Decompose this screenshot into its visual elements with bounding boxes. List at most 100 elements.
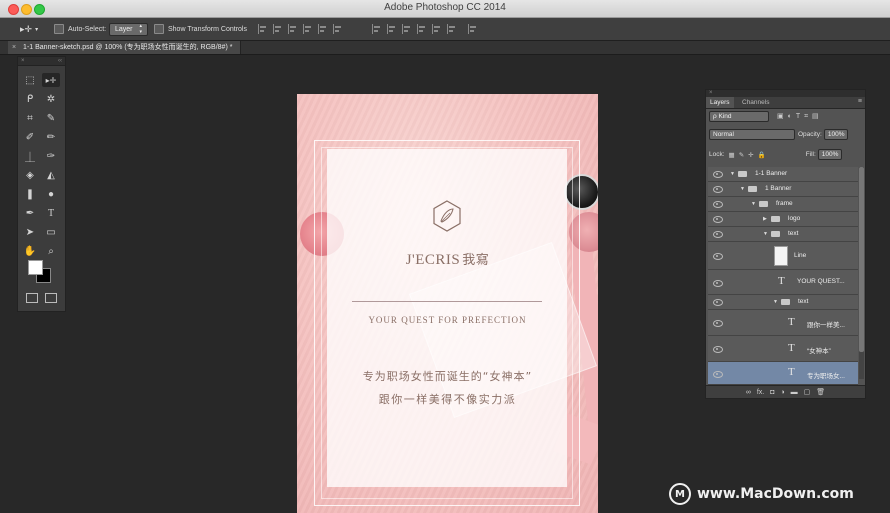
link-layers-icon[interactable]: ∞ (746, 389, 751, 396)
brand-logo-icon (433, 200, 461, 232)
distribute-right-icon[interactable] (447, 24, 458, 34)
disclosure-triangle-icon[interactable]: ▼ (740, 186, 745, 192)
tools-panel-header[interactable]: × ‹‹ (18, 57, 65, 66)
distribute-top-icon[interactable] (372, 24, 383, 34)
panel-menu-icon[interactable]: ≡ (858, 98, 862, 105)
new-group-icon[interactable]: ▬ (791, 389, 798, 396)
visibility-eye-icon[interactable] (713, 280, 723, 287)
auto-select-checkbox[interactable]: Auto-Select: (54, 18, 106, 40)
clone-stamp-tool-icon[interactable]: ⏊ (21, 149, 39, 164)
layer-row[interactable]: ▼ text (708, 227, 858, 242)
type-tool-icon[interactable]: T (42, 206, 60, 220)
add-mask-icon[interactable]: ◘ (770, 389, 774, 396)
headline-cn-line2: 跟你一样美得不像实力派 (378, 393, 517, 406)
auto-select-target-select[interactable]: Layer (109, 18, 148, 40)
layer-row[interactable]: T “女神本” (708, 336, 858, 362)
marquee-tool-icon[interactable]: ⬚ (21, 73, 39, 87)
document-tab[interactable]: × 1-1 Banner-sketch.psd @ 100% (专为职场女性而诞… (8, 41, 242, 54)
tab-layers[interactable]: Layers (706, 97, 734, 108)
visibility-eye-icon[interactable] (713, 216, 723, 223)
layer-row[interactable]: ▶ logo (708, 212, 858, 227)
move-tool-preset-button[interactable]: ▸✛ ▾ (20, 18, 38, 40)
path-selection-tool-icon[interactable]: ➤ (21, 225, 39, 239)
layer-row[interactable]: ▼ 1-1 Banner (708, 167, 858, 182)
close-panel-icon[interactable]: × (709, 90, 713, 96)
layer-row[interactable]: ▼ text (708, 295, 858, 310)
layer-row[interactable]: Line (708, 242, 858, 270)
layer-row[interactable]: T 跟你一样美... (708, 310, 858, 336)
align-bottom-icon[interactable] (288, 24, 299, 34)
blend-mode-select[interactable]: Normal (709, 129, 795, 140)
visibility-eye-icon[interactable] (713, 171, 723, 178)
lasso-tool-icon[interactable]: ᑭ (21, 92, 39, 106)
align-hcenter-icon[interactable] (318, 24, 329, 34)
history-brush-tool-icon[interactable]: ✑ (42, 149, 60, 163)
layers-panel: × Layers Channels ≡ ρ Kind ▣◐T⌗▤ Normal … (705, 89, 866, 399)
layer-row-selected[interactable]: T 专为职场女... (708, 362, 858, 385)
checkbox-box (154, 24, 164, 34)
eyedropper-tool-icon[interactable]: ✎ (42, 111, 60, 125)
blur-tool-icon[interactable]: ❚ (21, 187, 39, 201)
crop-tool-icon[interactable]: ⌗ (21, 111, 39, 125)
layers-panel-header[interactable]: × (706, 90, 865, 97)
brush-tool-icon[interactable]: ✏ (42, 130, 60, 144)
magic-wand-tool-icon[interactable]: ✲ (42, 92, 60, 106)
rectangle-tool-icon[interactable]: ▭ (42, 225, 60, 239)
filter-kind-select[interactable]: ρ Kind (709, 111, 769, 122)
divider-line (352, 301, 542, 302)
visibility-eye-icon[interactable] (713, 231, 723, 238)
align-left-icon[interactable] (303, 24, 314, 34)
paint-bucket-tool-icon[interactable]: ◭ (42, 168, 60, 182)
layers-scrollbar[interactable] (859, 167, 864, 379)
layer-row[interactable]: T YOUR QUEST... (708, 270, 858, 295)
layer-row[interactable]: ▼ frame (708, 197, 858, 212)
folder-icon (771, 216, 780, 222)
visibility-eye-icon[interactable] (713, 346, 723, 353)
distribute-vcenter-icon[interactable] (387, 24, 398, 34)
visibility-eye-icon[interactable] (713, 320, 723, 327)
visibility-eye-icon[interactable] (713, 299, 723, 306)
hand-tool-icon[interactable]: ✋ (21, 244, 39, 258)
visibility-eye-icon[interactable] (713, 371, 723, 378)
foreground-color-swatch[interactable] (28, 260, 43, 275)
disclosure-triangle-icon[interactable]: ▼ (751, 201, 756, 207)
fill-input[interactable]: 100% (817, 149, 843, 160)
disclosure-triangle-icon[interactable]: ▼ (730, 171, 735, 177)
filter-type-icons[interactable]: ▣◐T⌗▤ (777, 112, 823, 121)
tab-channels[interactable]: Channels (738, 97, 773, 108)
canvas-artboard[interactable]: J'ECRIS 我寫 YOUR QUEST FOR PREFECTION 专为职场… (297, 94, 598, 513)
visibility-eye-icon[interactable] (713, 253, 723, 260)
expand-panel-icon[interactable]: ‹‹ (58, 57, 62, 65)
disclosure-triangle-icon[interactable]: ▼ (773, 299, 778, 305)
eraser-tool-icon[interactable]: ◈ (21, 168, 39, 182)
lock-icons[interactable]: ▦✎✛🔒 (729, 151, 770, 159)
distribute-hcenter-icon[interactable] (432, 24, 443, 34)
auto-align-layers-icon[interactable] (468, 24, 479, 34)
layer-row[interactable]: ▼ 1 Banner (708, 182, 858, 197)
pen-tool-icon[interactable]: ✒ (21, 206, 39, 220)
distribute-left-icon[interactable] (417, 24, 428, 34)
visibility-eye-icon[interactable] (713, 186, 723, 193)
adjustment-layer-icon[interactable]: ◑ (780, 389, 784, 396)
healing-brush-tool-icon[interactable]: ✐ (21, 130, 39, 144)
align-vcenter-icon[interactable] (273, 24, 284, 34)
visibility-eye-icon[interactable] (713, 201, 723, 208)
close-document-icon[interactable]: × (12, 44, 16, 51)
disclosure-triangle-icon[interactable]: ▶ (763, 216, 767, 222)
disclosure-triangle-icon[interactable]: ▼ (763, 231, 768, 237)
align-right-icon[interactable] (333, 24, 344, 34)
delete-layer-icon[interactable]: 🗑 (816, 388, 825, 396)
scrollbar-thumb[interactable] (859, 167, 864, 352)
dodge-tool-icon[interactable]: ● (42, 187, 60, 201)
opacity-input[interactable]: 100% (823, 129, 849, 140)
move-tool-icon[interactable]: ▸✛ (42, 73, 60, 87)
layer-style-icon[interactable]: fx. (757, 389, 764, 396)
align-top-icon[interactable] (258, 24, 269, 34)
screen-mode-icon[interactable] (45, 293, 57, 303)
quick-mask-icon[interactable] (26, 293, 38, 303)
distribute-bottom-icon[interactable] (402, 24, 413, 34)
close-panel-icon[interactable]: × (21, 57, 25, 65)
new-layer-icon[interactable]: ▢ (804, 388, 811, 396)
show-transform-controls-checkbox[interactable]: Show Transform Controls (154, 18, 247, 40)
zoom-tool-icon[interactable]: ⌕ (42, 244, 60, 258)
